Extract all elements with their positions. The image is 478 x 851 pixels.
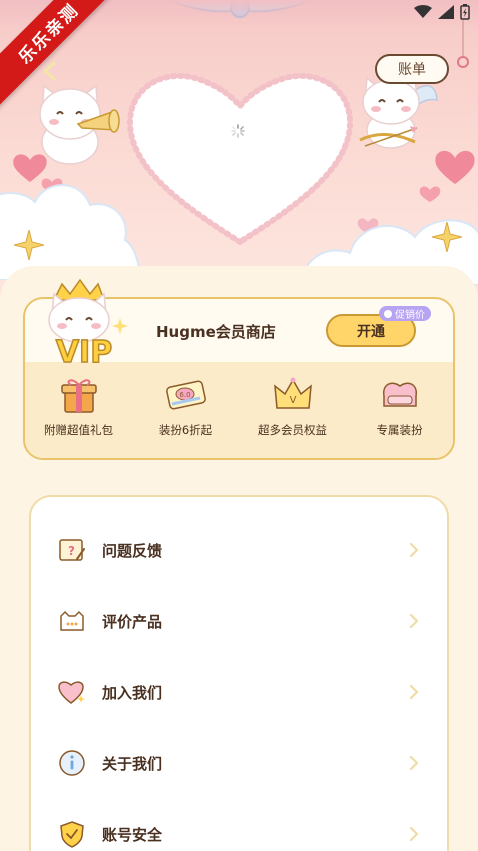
wifi-icon [414,5,432,18]
menu-item-join[interactable]: 加入我们 [31,662,447,722]
header-scene [0,0,478,300]
hanging-charm-icon [457,20,469,68]
menu-item-account-security[interactable]: 账号安全 [31,804,447,851]
menu-item-rate[interactable]: 评价产品 [31,591,447,651]
shield-icon [60,821,84,848]
sofa-icon [382,382,417,407]
battery-icon [460,4,470,20]
discount-ticket-icon: 6.0 [165,380,206,410]
svg-text:6.0: 6.0 [179,391,190,399]
benefit-exclusive[interactable]: 专属装扮 [346,374,453,438]
vip-benefits-panel: 附赠超值礼包 6.0 装扮6折起 V 超多会员权益 专属装扮 [25,362,453,458]
svg-text:V: V [289,395,296,406]
vip-cat-mascot: VIP [48,278,128,370]
chevron-left-icon [43,61,56,81]
rate-chat-icon [60,610,84,631]
svg-text:VIP: VIP [56,335,112,370]
sparkle-right-icon [432,222,462,252]
chevron-right-icon [409,685,419,699]
vip-store-title: Hugme会员商店 [156,323,276,341]
signal-icon [438,5,454,19]
menu-item-about[interactable]: 关于我们 [31,733,447,793]
promo-price-badge: 促销价 [379,306,431,321]
vip-benefits-list: 附赠超值礼包 6.0 装扮6折起 V 超多会员权益 专属装扮 [25,374,453,438]
crown-icon: V [273,377,312,409]
status-bar [414,4,470,20]
promo-cloud-icon [384,309,392,318]
cloud-left-decoration [0,184,140,280]
svg-text:?: ? [68,544,75,558]
chevron-right-icon [409,756,419,770]
heart-join-icon [58,681,85,704]
benefit-rights[interactable]: V 超多会员权益 [239,374,346,438]
info-icon [59,750,85,776]
chevron-right-icon [409,543,419,557]
chevron-right-icon [409,614,419,628]
feedback-icon: ? [59,539,85,561]
benefit-discount[interactable]: 6.0 装扮6折起 [132,374,239,438]
menu-card: ? 问题反馈 评价产品 加入我们 关于我们 账号安全 [29,495,449,851]
chevron-right-icon [409,827,419,841]
gift-box-icon [60,379,97,413]
menu-item-feedback[interactable]: ? 问题反馈 [31,520,447,580]
benefit-gift[interactable]: 附赠超值礼包 [25,374,132,438]
bill-button[interactable]: 账单 [375,54,449,84]
sparkle-left-icon [14,230,44,260]
